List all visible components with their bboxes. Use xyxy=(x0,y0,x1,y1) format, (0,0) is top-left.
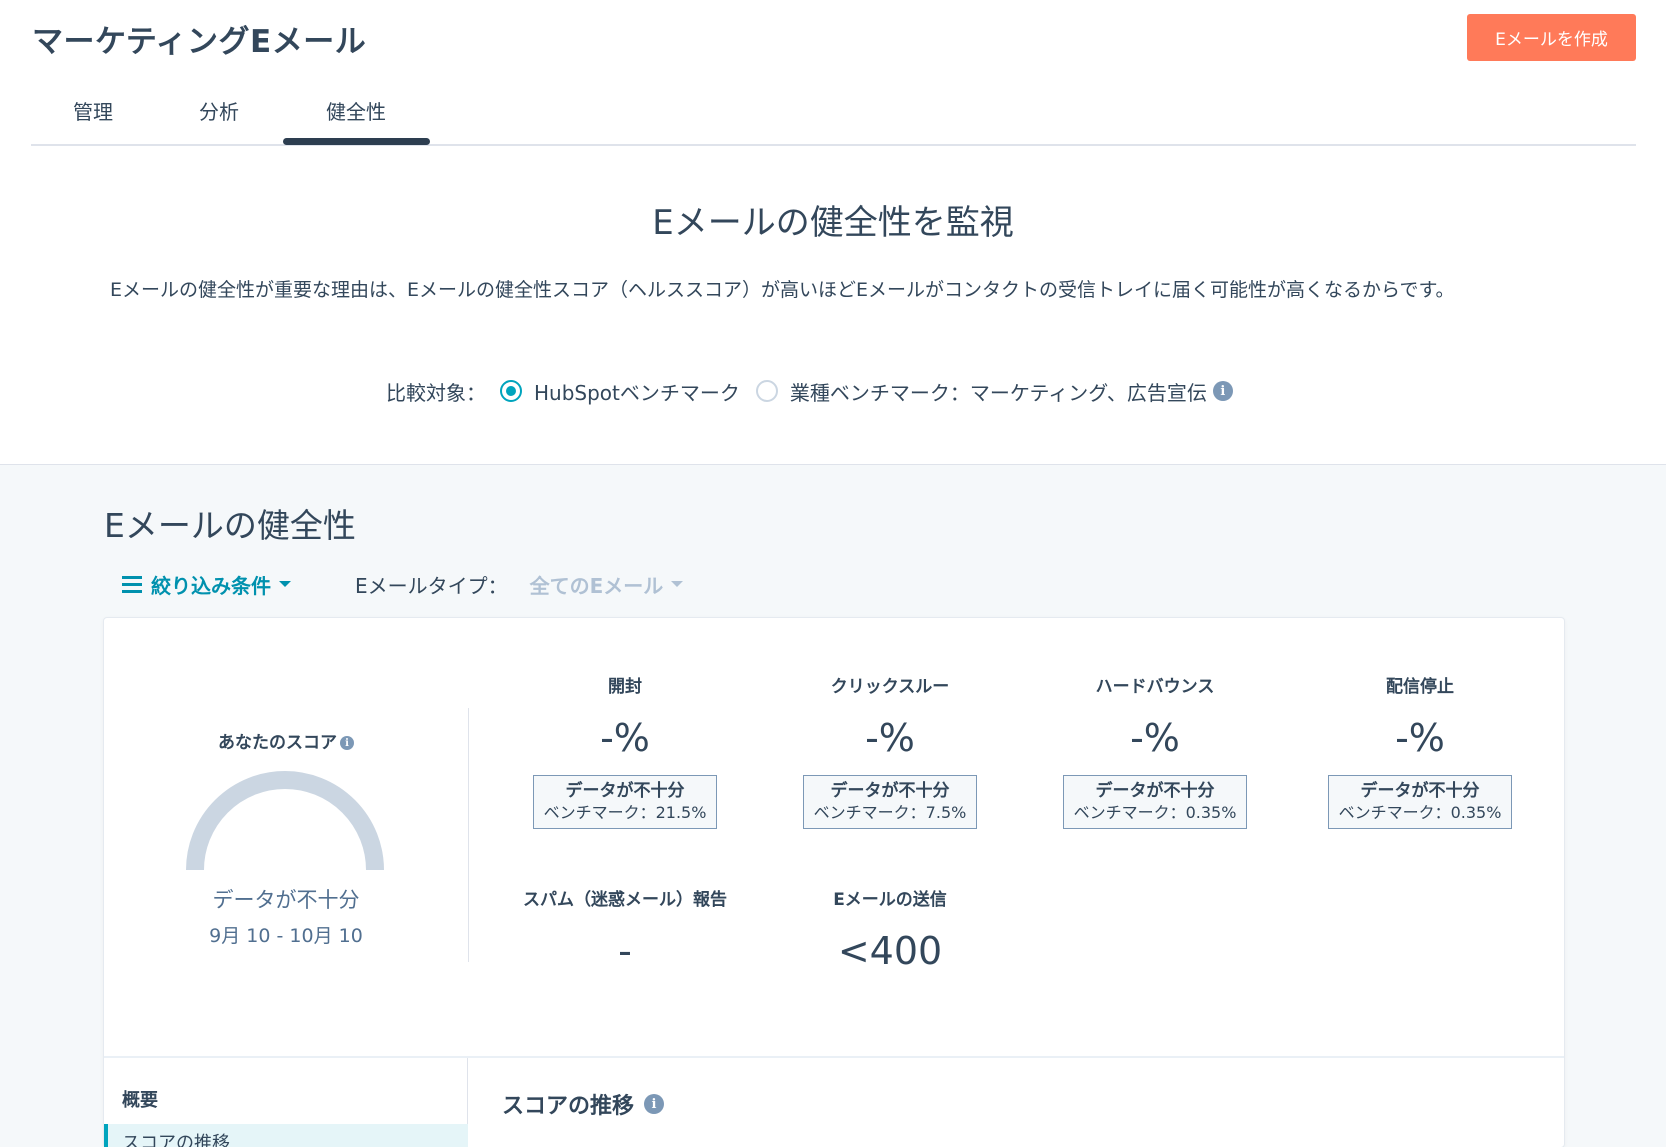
app-title: マーケティングEメール xyxy=(32,24,367,60)
email-type-label: Eメールタイプ： xyxy=(355,573,508,598)
filter-sliders-icon xyxy=(122,575,142,593)
score-panel: あなたのスコア i データが不十分 9月 10 - 10月 10 xyxy=(104,618,468,1048)
metric-value: -% xyxy=(1130,716,1180,760)
card-sidebar: 概要 スコアの推移 xyxy=(104,1058,468,1147)
sidebar-item-score-trend[interactable]: スコアの推移 xyxy=(104,1124,468,1147)
metric-label: クリックスルー xyxy=(830,677,950,697)
card-footer: 概要 スコアの推移 スコアの推移 i xyxy=(104,1056,1564,1147)
benchmark-value: ベンチマーク：7.5% xyxy=(813,803,967,822)
benchmark-title: データが不十分 xyxy=(1360,781,1480,801)
tab-management[interactable]: 管理 xyxy=(73,96,113,125)
intro-description: Eメールの健全性が重要な理由は、Eメールの健全性スコア（ヘルススコア）が高いほど… xyxy=(110,279,1455,301)
score-gauge xyxy=(186,771,384,871)
metric-spam-reports: スパム（迷惑メール）報告 - xyxy=(505,885,745,975)
info-icon[interactable]: i xyxy=(340,736,354,750)
section-title: Eメールの健全性 xyxy=(104,506,356,545)
chevron-down-icon xyxy=(671,581,684,587)
tab-health[interactable]: 健全性 xyxy=(326,96,386,125)
metric-label: 配信停止 xyxy=(1386,677,1454,697)
benchmark-value: ベンチマーク：0.35% xyxy=(1338,803,1502,822)
metric-label: Eメールの送信 xyxy=(833,890,947,910)
metric-value: <400 xyxy=(837,929,943,973)
score-title: あなたのスコア i xyxy=(104,728,468,753)
compare-label: 比較対象： xyxy=(386,380,486,405)
metric-value: -% xyxy=(865,716,915,760)
health-section: Eメールの健全性 絞り込み条件 Eメールタイプ： 全てのEメール あなたのスコア… xyxy=(0,464,1666,1147)
filter-row: 絞り込み条件 Eメールタイプ： 全てのEメール xyxy=(122,569,684,599)
info-icon[interactable]: i xyxy=(644,1094,665,1114)
radio-industry-benchmark[interactable] xyxy=(755,380,778,402)
benchmark-title: データが不十分 xyxy=(565,781,685,801)
score-title-text: あなたのスコア xyxy=(218,733,337,753)
header: マーケティングEメール Eメールを作成 管理 分析 健全性 xyxy=(0,0,1666,150)
info-icon[interactable]: i xyxy=(1212,381,1233,401)
score-status: データが不十分 xyxy=(212,888,360,912)
page: マーケティングEメール Eメールを作成 管理 分析 健全性 Eメールの健全性を監… xyxy=(0,0,1666,1147)
tab-bar: 管理 分析 健全性 xyxy=(31,86,1636,146)
benchmark-compare-row: 比較対象： HubSpotベンチマーク 業種ベンチマーク：マーケティング、広告宣… xyxy=(386,376,1233,406)
radio-hubspot-benchmark[interactable] xyxy=(500,380,522,402)
email-type-dropdown[interactable]: 全てのEメール xyxy=(530,570,684,599)
benchmark-value: ベンチマーク：0.35% xyxy=(1073,803,1237,822)
create-email-button[interactable]: Eメールを作成 xyxy=(1467,14,1636,61)
filter-label: 絞り込み条件 xyxy=(151,573,271,598)
score-trend-title: スコアの推移 i xyxy=(502,1088,665,1120)
metric-label: ハードバウンス xyxy=(1095,677,1215,697)
metric-unsubscribe: 配信停止 -% データが不十分 ベンチマーク：0.35% xyxy=(1300,672,1540,829)
tab-analytics[interactable]: 分析 xyxy=(199,96,239,125)
email-type-value: 全てのEメール xyxy=(529,573,664,598)
benchmark-title: データが不十分 xyxy=(830,781,950,801)
intro-title: Eメールの健全性を監視 xyxy=(652,203,1014,243)
metric-label: 開封 xyxy=(608,677,642,697)
radio-label-hubspot-benchmark[interactable]: HubSpotベンチマーク xyxy=(534,377,740,406)
benchmark-box: データが不十分 ベンチマーク：21.5% xyxy=(532,775,718,829)
benchmark-box: データが不十分 ベンチマーク：0.35% xyxy=(1327,775,1513,829)
score-trend-title-text: スコアの推移 xyxy=(502,1094,635,1119)
benchmark-box: データが不十分 ベンチマーク：7.5% xyxy=(802,775,978,829)
overview-heading: 概要 xyxy=(122,1090,158,1111)
metric-value: - xyxy=(618,929,632,973)
metric-emails-sent: Eメールの送信 <400 xyxy=(770,885,1010,975)
chevron-down-icon xyxy=(279,581,291,587)
metric-value: -% xyxy=(600,716,650,760)
filter-dropdown[interactable]: 絞り込み条件 xyxy=(122,570,291,599)
metric-clickthrough: クリックスルー -% データが不十分 ベンチマーク：7.5% xyxy=(770,672,1010,829)
metric-hard-bounce: ハードバウンス -% データが不十分 ベンチマーク：0.35% xyxy=(1035,672,1275,829)
divider xyxy=(468,708,469,962)
metric-label: スパム（迷惑メール）報告 xyxy=(523,890,727,910)
score-date-range: 9月 10 - 10月 10 xyxy=(209,925,363,947)
benchmark-box: データが不十分 ベンチマーク：0.35% xyxy=(1062,775,1248,829)
active-tab-indicator xyxy=(283,138,430,145)
benchmark-value: ベンチマーク：21.5% xyxy=(543,803,707,822)
metric-value: -% xyxy=(1395,716,1445,760)
metric-opens: 開封 -% データが不十分 ベンチマーク：21.5% xyxy=(505,672,745,829)
benchmark-title: データが不十分 xyxy=(1095,781,1215,801)
radio-label-industry-benchmark[interactable]: 業種ベンチマーク：マーケティング、広告宣伝 xyxy=(790,377,1207,406)
health-score-card: あなたのスコア i データが不十分 9月 10 - 10月 10 開封 -% デー… xyxy=(103,617,1565,1147)
